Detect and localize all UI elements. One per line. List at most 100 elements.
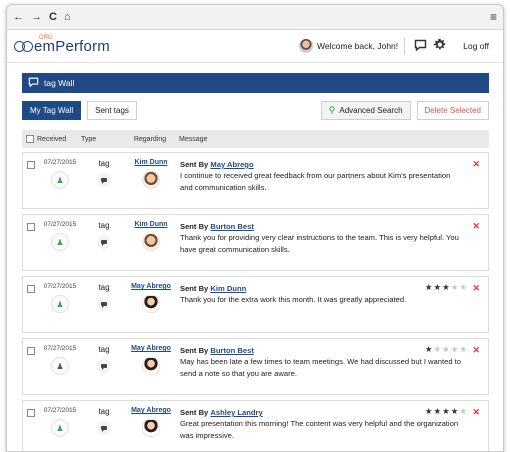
table-row: 07/27/2015 ♟ tag May Abrego Sent By Ashley L… <box>22 400 489 451</box>
star-icon: ★ <box>433 344 443 354</box>
app-header: ORG emPerform Welcome back, John! Log of… <box>7 30 503 63</box>
message-text: Great presentation this morning! The con… <box>180 419 459 440</box>
table-row: 07/27/2015 ♟ tag Kim Dunn Sent By May Abrego… <box>22 152 489 209</box>
user-tag-icon: ♟ <box>51 171 69 189</box>
type-label: tag <box>98 221 110 230</box>
speech-bubble-icon <box>28 77 39 89</box>
table-row: 07/27/2015 ♟ tag Kim Dunn Sent By Burton Bes… <box>22 214 489 271</box>
delete-icon[interactable]: ✕ <box>472 159 480 170</box>
search-icon: ⚲ <box>328 105 336 115</box>
chat-icon[interactable] <box>414 39 427 54</box>
user-tag-icon: ♟ <box>51 357 69 375</box>
table-header: Received Type Regarding Message <box>22 130 489 148</box>
comment-icon <box>97 173 111 187</box>
delete-icon[interactable]: ✕ <box>472 221 480 232</box>
main-content: tag Wall My Tag Wall Sent tags ⚲ Advance… <box>7 63 503 451</box>
row-checkbox[interactable] <box>26 285 35 293</box>
delete-icon[interactable]: ✕ <box>472 283 480 294</box>
row-checkbox[interactable] <box>26 161 35 169</box>
star-icon: ★ <box>424 344 434 354</box>
sender-link[interactable]: Kim Dunn <box>210 284 246 293</box>
wall-toolbar: My Tag Wall Sent tags ⚲ Advanced Search … <box>22 101 489 120</box>
regarding-avatar <box>142 295 160 313</box>
sent-by-label: Sent By <box>180 346 209 355</box>
select-all-checkbox[interactable] <box>25 135 34 143</box>
home-icon[interactable]: ⌂ <box>64 11 71 23</box>
sent-by-label: Sent By <box>180 160 209 169</box>
star-icon: ★ <box>442 344 451 354</box>
regarding-link[interactable]: May Abrego <box>131 345 171 352</box>
type-label: tag <box>98 159 110 168</box>
advanced-search-label: Advanced Search <box>339 106 403 115</box>
delete-selected-button[interactable]: Delete Selected <box>416 101 489 120</box>
browser-toolbar: ← → C ⌂ ≡ <box>7 5 503 30</box>
type-label: tag <box>98 345 110 354</box>
sent-by-label: Sent By <box>180 222 209 231</box>
header-message[interactable]: Message <box>175 136 489 143</box>
regarding-link[interactable]: May Abrego <box>131 407 171 414</box>
sent-by-label: Sent By <box>180 408 209 417</box>
emperform-logo[interactable]: ORG emPerform <box>13 35 110 55</box>
received-date: 07/27/2015 <box>43 159 77 166</box>
logoff-link[interactable]: Log off <box>463 41 489 51</box>
regarding-avatar <box>142 233 160 251</box>
message-text: Thank you for providing very clear instr… <box>180 233 459 254</box>
gear-icon[interactable] <box>433 38 446 54</box>
message-text: May has been late a few times to team me… <box>180 357 461 378</box>
header-divider <box>404 37 406 55</box>
sender-link[interactable]: Burton Best <box>210 222 253 231</box>
user-tag-icon: ♟ <box>51 233 69 251</box>
reload-icon[interactable]: C <box>49 11 57 23</box>
star-icon: ★ <box>424 282 434 292</box>
table-row: 07/27/2015 ♟ tag May Abrego Sent By Kim Dunn… <box>22 276 489 333</box>
advanced-search-button[interactable]: ⚲ Advanced Search <box>320 101 411 120</box>
row-checkbox[interactable] <box>26 409 35 417</box>
delete-icon[interactable]: ✕ <box>472 345 480 356</box>
received-date: 07/27/2015 <box>43 221 77 228</box>
star-icon: ★ <box>442 406 451 416</box>
user-tag-icon: ♟ <box>51 419 69 437</box>
star-icon: ★ <box>433 406 443 416</box>
user-avatar <box>299 39 314 53</box>
regarding-link[interactable]: Kim Dunn <box>134 221 167 228</box>
menu-icon[interactable]: ≡ <box>490 10 497 24</box>
received-date: 07/27/2015 <box>43 283 77 290</box>
comment-icon <box>97 235 111 249</box>
panel-title: tag Wall <box>44 78 75 88</box>
logo-mark-icon <box>13 38 35 54</box>
regarding-link[interactable]: May Abrego <box>131 283 171 290</box>
rating-stars: ★★★★★ <box>425 344 468 355</box>
received-date: 07/27/2015 <box>43 407 77 414</box>
tab-sent-tags[interactable]: Sent tags <box>87 101 137 120</box>
sender-link[interactable]: Burton Best <box>210 346 253 355</box>
row-checkbox[interactable] <box>26 223 35 231</box>
type-label: tag <box>98 283 110 292</box>
regarding-avatar <box>142 419 160 437</box>
forward-icon[interactable]: → <box>31 11 42 23</box>
rating-stars: ★★★★★ <box>425 406 468 417</box>
tag-list: 07/27/2015 ♟ tag Kim Dunn Sent By May Abrego… <box>22 152 489 451</box>
tab-my-tag-wall[interactable]: My Tag Wall <box>22 101 82 120</box>
star-icon: ★ <box>442 282 451 292</box>
star-icon: ★ <box>433 282 443 292</box>
message-text: I continue to received great feedback fr… <box>180 171 451 192</box>
header-received[interactable]: Received <box>37 136 81 143</box>
header-type[interactable]: Type <box>81 136 125 143</box>
regarding-link[interactable]: Kim Dunn <box>134 159 167 166</box>
welcome-area: Welcome back, John! <box>299 39 398 53</box>
received-date: 07/27/2015 <box>43 345 77 352</box>
header-regarding[interactable]: Regarding <box>125 136 175 143</box>
delete-icon[interactable]: ✕ <box>472 407 480 418</box>
panel-title-bar: tag Wall <box>22 73 489 93</box>
star-icon: ★ <box>459 344 468 354</box>
back-icon[interactable]: ← <box>13 11 24 23</box>
comment-icon <box>97 297 111 311</box>
sent-by-label: Sent By <box>180 284 209 293</box>
comment-icon <box>97 359 111 373</box>
sender-link[interactable]: Ashley Landry <box>210 408 262 417</box>
welcome-text: Welcome back, John! <box>317 41 399 51</box>
row-checkbox[interactable] <box>26 347 35 355</box>
comment-icon <box>97 421 111 435</box>
sender-link[interactable]: May Abrego <box>210 160 253 169</box>
message-text: Thank you for the extra work this month.… <box>180 295 407 305</box>
